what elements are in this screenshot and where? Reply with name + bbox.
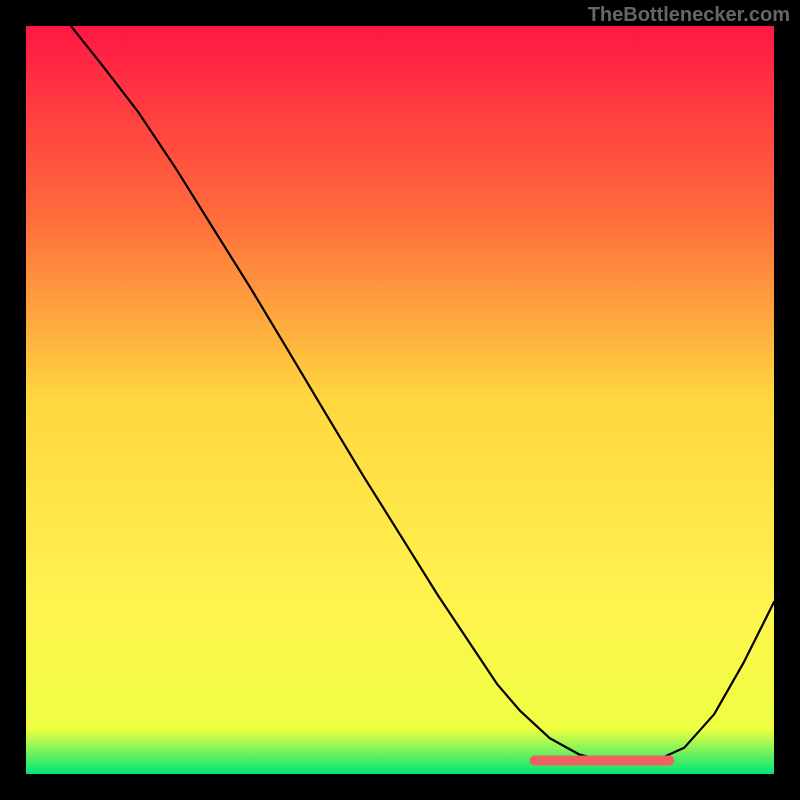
gradient-background — [26, 26, 774, 774]
bottleneck-chart — [26, 26, 774, 774]
watermark: TheBottlenecker.com — [588, 4, 790, 27]
chart-container: TheBottlenecker.com — [0, 0, 800, 800]
